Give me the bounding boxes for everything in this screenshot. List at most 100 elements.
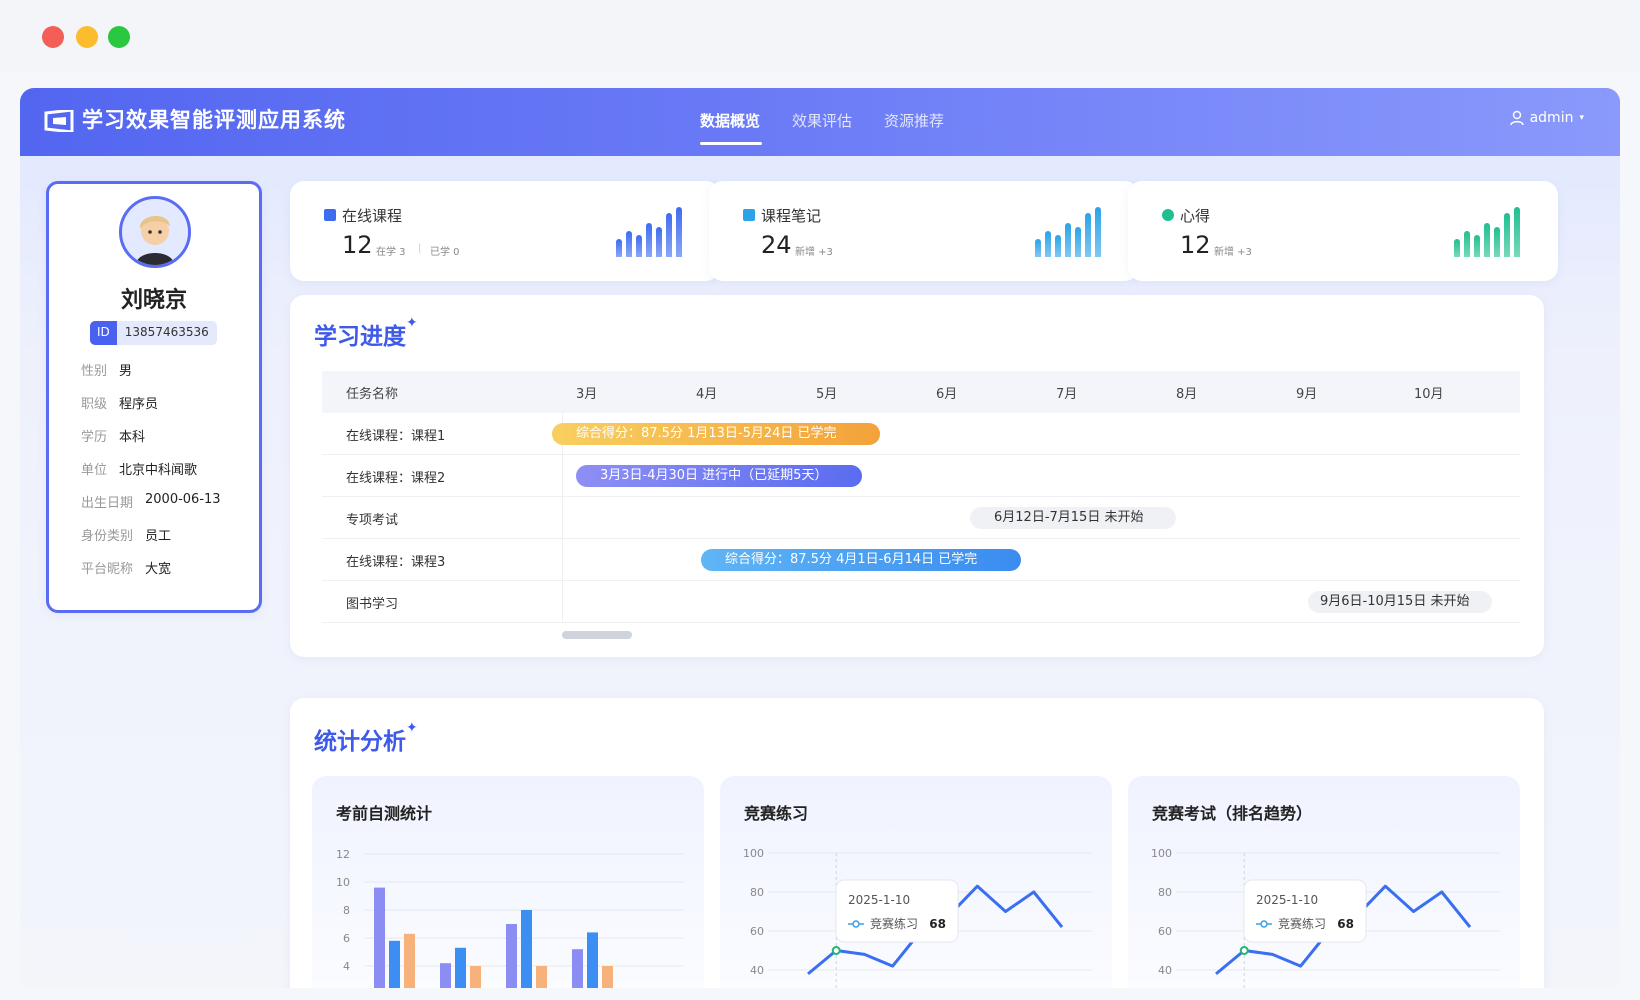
chart-tooltip: 2025-1-10 竞赛练习 68 bbox=[1243, 879, 1367, 943]
task-name: 在线课程：课程2 bbox=[346, 471, 446, 486]
y-tick-label: 80 bbox=[1158, 886, 1172, 899]
mini-bars bbox=[1454, 205, 1520, 257]
table-row[interactable]: 在线课程：课程1 综合得分：87.5分 1月13日-5月24日 已学完 bbox=[322, 413, 1520, 455]
profile-field-birthdate: 出生日期 2000-06-13 bbox=[81, 492, 221, 511]
mini-bar bbox=[656, 227, 662, 257]
y-tick-label: 40 bbox=[750, 964, 764, 977]
tooltip-date: 2025-1-10 bbox=[1256, 893, 1318, 907]
column-header: 3月 bbox=[576, 387, 598, 402]
gantt-bar[interactable]: 综合得分：87.5分 1月13日-5月24日 已学完 bbox=[552, 423, 880, 445]
stat-label: 在线课程 bbox=[342, 207, 403, 225]
horizontal-scrollbar[interactable] bbox=[562, 631, 632, 639]
tooltip-date: 2025-1-10 bbox=[848, 893, 910, 907]
stat-label: 课程笔记 bbox=[761, 207, 822, 225]
stat-sub: 新增 +3 bbox=[1214, 247, 1252, 258]
y-tick-label: 8 bbox=[343, 904, 350, 917]
task-name: 图书学习 bbox=[346, 597, 399, 612]
mini-bar bbox=[1075, 227, 1081, 257]
mini-bar bbox=[1494, 227, 1500, 257]
table-row[interactable]: 在线课程：课程3 综合得分：87.5分 4月1日-6月14日 已学完 bbox=[322, 539, 1520, 581]
table-row[interactable]: 图书学习 9月6日-10月15日 未开始 bbox=[322, 581, 1520, 623]
mini-bar bbox=[1514, 207, 1520, 257]
close-window-button[interactable] bbox=[42, 26, 64, 48]
bar bbox=[536, 966, 547, 988]
profile-field-identity: 身份类别 员工 bbox=[81, 529, 172, 544]
profile-name: 刘晓京 bbox=[120, 288, 187, 313]
gantt-bar[interactable]: 9月6日-10月15日 未开始 bbox=[1308, 591, 1492, 613]
profile-field-nickname: 平台昵称 大宽 bbox=[81, 562, 172, 577]
tab-resource-recommend[interactable]: 资源推荐 bbox=[884, 110, 944, 131]
tooltip-box bbox=[835, 879, 959, 943]
tooltip-series: 竞赛练习 bbox=[870, 916, 918, 931]
bar bbox=[521, 910, 532, 988]
column-header: 5月 bbox=[816, 387, 838, 402]
stat-value: 12 bbox=[342, 231, 373, 259]
profile-field-company: 单位 北京中科闻歌 bbox=[81, 463, 198, 478]
y-tick-label: 10 bbox=[336, 876, 350, 889]
profile-field-education: 学历 本科 bbox=[81, 430, 146, 445]
mini-bar bbox=[626, 231, 632, 257]
mini-bar bbox=[1035, 239, 1041, 257]
task-name: 在线课程：课程3 bbox=[346, 555, 446, 570]
chart-card-self-test: 考前自测统计 12 10 8 6 4 bbox=[312, 776, 704, 988]
chart-card-practice: 竞赛练习 100 80 60 40 2025-1-10 竞赛练习 68 bbox=[720, 776, 1112, 988]
mini-bar bbox=[646, 223, 652, 257]
tab-effect-evaluation[interactable]: 效果评估 bbox=[792, 110, 852, 131]
app-logo-icon bbox=[44, 110, 74, 132]
tab-data-overview[interactable]: 数据概览 bbox=[700, 110, 760, 131]
y-tick-label: 100 bbox=[743, 847, 764, 860]
maximize-window-button[interactable] bbox=[108, 26, 130, 48]
app-title: 学习效果智能评测应用系统 bbox=[82, 108, 346, 132]
sparkle-icon: ✦ bbox=[406, 720, 418, 736]
mini-bars bbox=[616, 205, 682, 257]
section-title: 学习进度 bbox=[314, 324, 406, 350]
profile-field-rank: 职级 程序员 bbox=[81, 397, 159, 412]
y-tick-label: 6 bbox=[343, 932, 350, 945]
id-value: 13857463536 bbox=[116, 321, 217, 345]
column-header: 任务名称 bbox=[346, 387, 399, 402]
bar bbox=[440, 963, 451, 988]
column-header: 7月 bbox=[1056, 387, 1078, 402]
bar bbox=[506, 924, 517, 988]
hover-point bbox=[831, 946, 841, 955]
chart-title: 考前自测统计 bbox=[336, 804, 433, 823]
y-tick-label: 40 bbox=[1158, 964, 1172, 977]
tooltip-box bbox=[1243, 879, 1367, 943]
hover-point bbox=[1239, 946, 1249, 955]
chart-tooltip: 2025-1-10 竞赛练习 68 bbox=[835, 879, 959, 943]
bar bbox=[602, 966, 613, 988]
mini-bar bbox=[1085, 213, 1091, 257]
note-icon bbox=[743, 209, 755, 221]
chart-title: 竞赛练习 bbox=[744, 804, 809, 823]
top-navbar: 学习效果智能评测应用系统 数据概览 效果评估 资源推荐 admin ▾ bbox=[20, 88, 1620, 156]
stat-value: 12 bbox=[1180, 231, 1211, 259]
section-title: 统计分析 bbox=[314, 729, 406, 755]
chart-title: 竞赛考试（排名趋势） bbox=[1152, 804, 1313, 823]
stat-card-notes[interactable]: 课程笔记 24 新增 +3 bbox=[709, 181, 1139, 281]
user-menu[interactable]: admin ▾ bbox=[1509, 110, 1584, 126]
stat-divider: | bbox=[418, 243, 422, 254]
table-row[interactable]: 在线课程：课程2 3月3日-4月30日 进行中（已延期5天） bbox=[322, 455, 1520, 497]
mini-bar bbox=[1474, 235, 1480, 257]
gantt-bar[interactable]: 综合得分：87.5分 4月1日-6月14日 已学完 bbox=[701, 549, 1021, 571]
bar bbox=[587, 932, 598, 988]
stat-card-insights[interactable]: 心得 12 新增 +3 bbox=[1128, 181, 1558, 281]
mini-bar bbox=[1504, 213, 1510, 257]
mini-bars bbox=[1035, 205, 1101, 257]
minimize-window-button[interactable] bbox=[76, 26, 98, 48]
app-window: 学习效果智能评测应用系统 数据概览 效果评估 资源推荐 admin ▾ 刘晓京 … bbox=[20, 88, 1620, 988]
table-row[interactable]: 专项考试 6月12日-7月15日 未开始 bbox=[322, 497, 1520, 539]
bar bbox=[404, 933, 415, 988]
learning-progress-panel: 学习进度 ✦ 任务名称 3月 4月 5月 6月 7月 8月 9月 10月 在线课… bbox=[290, 295, 1544, 657]
column-header: 8月 bbox=[1176, 387, 1198, 402]
book-icon bbox=[324, 209, 336, 221]
bar bbox=[470, 966, 481, 988]
user-icon bbox=[1509, 110, 1524, 126]
gantt-bar[interactable]: 6月12日-7月15日 未开始 bbox=[970, 507, 1176, 529]
stat-card-courses[interactable]: 在线课程 12 在学 3 | 已学 0 bbox=[290, 181, 720, 281]
mini-bar bbox=[1484, 223, 1490, 257]
y-tick-label: 4 bbox=[343, 960, 350, 973]
line-chart: 100 80 60 40 2025-1-10 竞赛练习 68 bbox=[743, 847, 1092, 988]
mini-bar bbox=[1065, 223, 1071, 257]
gantt-bar[interactable]: 3月3日-4月30日 进行中（已延期5天） bbox=[576, 465, 862, 487]
